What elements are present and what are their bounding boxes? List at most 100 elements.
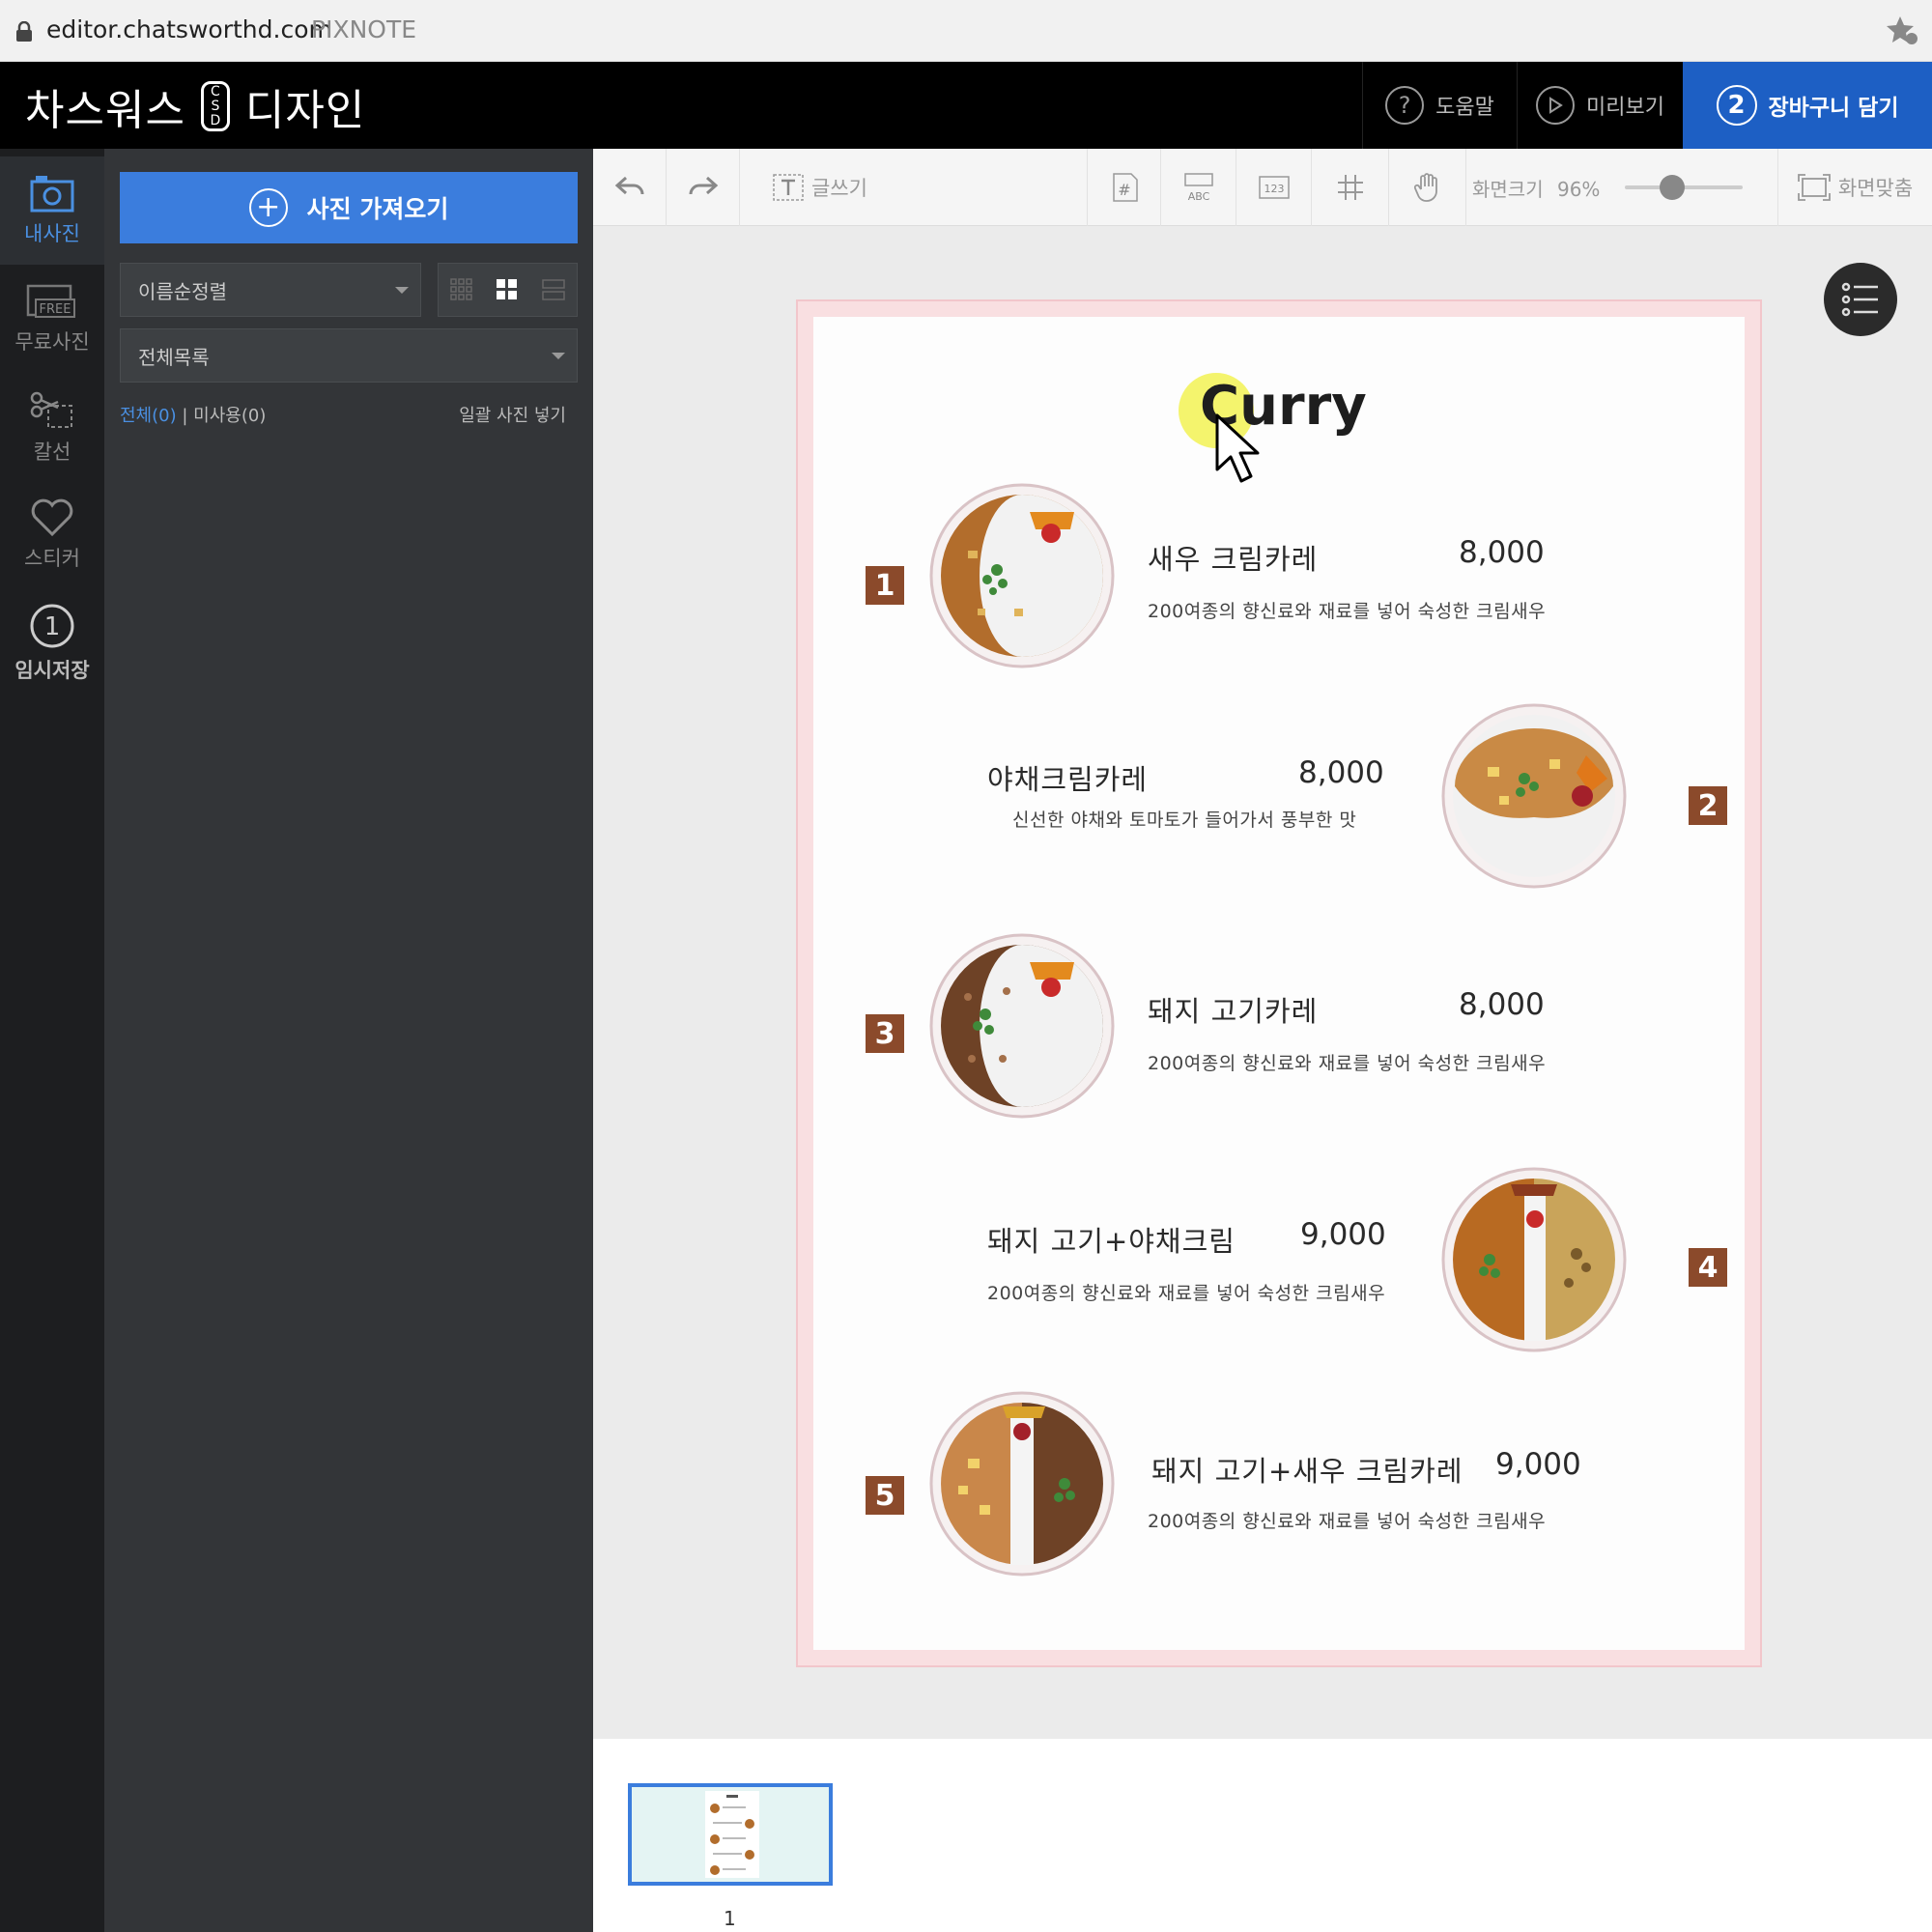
fit-to-screen-button[interactable]: 화면맞춤 (1777, 149, 1932, 226)
menu-item-price[interactable]: 8,000 (1298, 755, 1384, 790)
list-icon (1841, 282, 1878, 317)
free-photo-icon: FREE (26, 284, 75, 318)
grid-icon (1337, 175, 1363, 200)
question-icon: ? (1385, 86, 1425, 125)
number-button[interactable]: 123 (1236, 149, 1312, 226)
hashtag-icon: # (1112, 173, 1138, 202)
brand-name-left: 차스워스 (25, 86, 185, 135)
menu-item-description[interactable]: 200여종의 향신료와 재료를 넣어 숙성한 크림새우 (1148, 1507, 1546, 1533)
plus-icon: + (248, 188, 288, 227)
tool-rail: 내사진 FREE 무료사진 칼선 스티커 1 임시저장 (0, 149, 104, 1932)
menu-item-price[interactable]: 9,000 (1300, 1217, 1386, 1252)
text-tool-button[interactable]: 글쓰기 (757, 149, 883, 226)
brand-name-right: 디자인 (244, 86, 366, 135)
lock-icon (15, 20, 33, 46)
hashtag-button[interactable]: # (1088, 149, 1161, 226)
menu-page[interactable]: Curry 1 새우 크림카레 8,000 200여종의 향신료와 재료를 넣어… (813, 317, 1745, 1650)
menu-item-number: 1 (866, 566, 904, 605)
menu-item-name[interactable]: 야채크림카레 (987, 757, 1148, 798)
zoom-value: 96% (1556, 178, 1601, 201)
play-icon (1536, 86, 1576, 125)
menu-item-name[interactable]: 돼지 고기+야채크림 (987, 1219, 1236, 1260)
list-view-icon[interactable] (542, 278, 565, 301)
curry-dish-pork-shrimp-image[interactable] (929, 1391, 1115, 1577)
bulk-insert-link[interactable]: 일괄 사진 넣기 (459, 402, 566, 427)
fit-icon (1797, 174, 1831, 201)
menu-item-number: 5 (866, 1476, 904, 1515)
scissors-icon (30, 391, 72, 428)
menu-item-description[interactable]: 200여종의 향신료와 재료를 넣어 숙성한 크림새우 (1148, 597, 1546, 623)
menu-item-description[interactable]: 200여종의 향신료와 재료를 넣어 숙성한 크림새우 (987, 1279, 1385, 1305)
folder-select[interactable]: 전체목록 (120, 328, 578, 383)
rail-item-free-photos[interactable]: FREE 무료사진 (0, 265, 104, 373)
site-name: PIXNOTE (311, 15, 417, 43)
menu-item-name[interactable]: 돼지 고기카레 (1148, 989, 1318, 1030)
temp-save-icon: 1 (30, 604, 74, 648)
sort-select[interactable]: 이름순정렬 (120, 263, 421, 317)
preview-button[interactable]: 미리보기 (1517, 62, 1683, 149)
browser-url[interactable]: editor.chatsworthd.com (46, 15, 332, 43)
menu-item-price[interactable]: 9,000 (1495, 1447, 1581, 1482)
grid-large-view-icon[interactable] (496, 278, 519, 301)
curry-dish-pork-vegetable-image[interactable] (1441, 1167, 1627, 1352)
page-number-label: 1 (724, 1907, 736, 1930)
rail-item-my-photos[interactable]: 내사진 (0, 156, 104, 265)
svg-text:ABC: ABC (1187, 190, 1209, 203)
menu-item-number: 4 (1689, 1248, 1727, 1287)
svg-text:FREE: FREE (40, 302, 71, 317)
grid-small-view-icon[interactable] (450, 278, 473, 301)
heart-icon (31, 498, 73, 537)
chevron-down-icon (395, 287, 409, 294)
menu-item-price[interactable]: 8,000 (1459, 987, 1545, 1022)
svg-text:123: 123 (1264, 183, 1284, 195)
menu-item-name[interactable]: 새우 크림카레 (1148, 537, 1318, 578)
brand-badge: CSD (200, 81, 230, 131)
rail-item-sticker[interactable]: 스티커 (0, 481, 104, 589)
filter-unused-link[interactable]: 미사용(0) (193, 406, 266, 426)
hand-icon (1413, 173, 1437, 202)
page-thumbnail[interactable] (628, 1783, 833, 1886)
svg-text:#: # (1118, 181, 1130, 199)
page-thumbnail-strip: 1 (593, 1739, 1932, 1932)
page-thumbnail-preview (705, 1791, 759, 1878)
chevron-down-icon (552, 353, 565, 359)
view-mode-toggle (438, 263, 578, 317)
menu-item-number: 2 (1689, 786, 1727, 825)
menu-item-description[interactable]: 200여종의 향신료와 재료를 넣어 숙성한 크림새우 (1148, 1049, 1546, 1075)
filter-all-link[interactable]: 전체(0) (120, 406, 177, 426)
svg-text:1: 1 (44, 612, 61, 641)
barcode-text-button[interactable]: ABC (1161, 149, 1236, 226)
app-header: 차스워스 CSD 디자인 ? 도움말 미리보기 2 장바구니 담기 (0, 62, 1932, 149)
menu-item-number: 3 (866, 1014, 904, 1053)
browser-url-bar: editor.chatsworthd.com PIXNOTE (0, 0, 1932, 62)
step-number-icon: 2 (1716, 85, 1757, 126)
number-icon: 123 (1258, 176, 1290, 199)
rail-item-cutline[interactable]: 칼선 (0, 373, 104, 481)
redo-button[interactable] (667, 149, 740, 226)
import-photos-button[interactable]: + 사진 가져오기 (120, 172, 578, 243)
zoom-slider-handle[interactable] (1660, 175, 1685, 200)
editor-toolbar: 글쓰기 # ABC 123 화면크기 96% 화면맞춤 (593, 149, 1932, 226)
redo-icon (689, 176, 718, 195)
undo-button[interactable] (593, 149, 667, 226)
brand-logo[interactable]: 차스워스 CSD 디자인 (25, 77, 365, 135)
bookmark-star-icon[interactable] (1886, 14, 1918, 50)
grid-button[interactable] (1312, 149, 1389, 226)
rail-item-temp-save[interactable]: 1 임시저장 (0, 589, 104, 697)
page-background[interactable]: Curry 1 새우 크림카레 8,000 200여종의 향신료와 재료를 넣어… (796, 299, 1762, 1667)
layers-button[interactable] (1824, 263, 1897, 336)
zoom-control: 화면크기 96% (1472, 178, 1601, 201)
curry-dish-vegetable-image[interactable] (1441, 703, 1627, 889)
photo-icon (30, 176, 74, 213)
design-canvas[interactable]: Curry 1 새우 크림카레 8,000 200여종의 향신료와 재료를 넣어… (593, 226, 1932, 1739)
abc-icon: ABC (1183, 173, 1213, 203)
menu-item-description[interactable]: 신선한 야채와 토마토가 들어가서 풍부한 맛 (1012, 806, 1356, 832)
help-button[interactable]: ? 도움말 (1362, 62, 1517, 149)
curry-dish-shrimp-image[interactable] (929, 483, 1115, 668)
add-to-cart-button[interactable]: 2 장바구니 담기 (1683, 62, 1932, 149)
menu-item-price[interactable]: 8,000 (1459, 535, 1545, 570)
hand-tool-button[interactable] (1389, 149, 1466, 226)
curry-dish-pork-image[interactable] (929, 933, 1115, 1119)
mouse-cursor-icon (1215, 413, 1260, 483)
menu-item-name[interactable]: 돼지 고기+새우 크림카레 (1151, 1449, 1463, 1490)
